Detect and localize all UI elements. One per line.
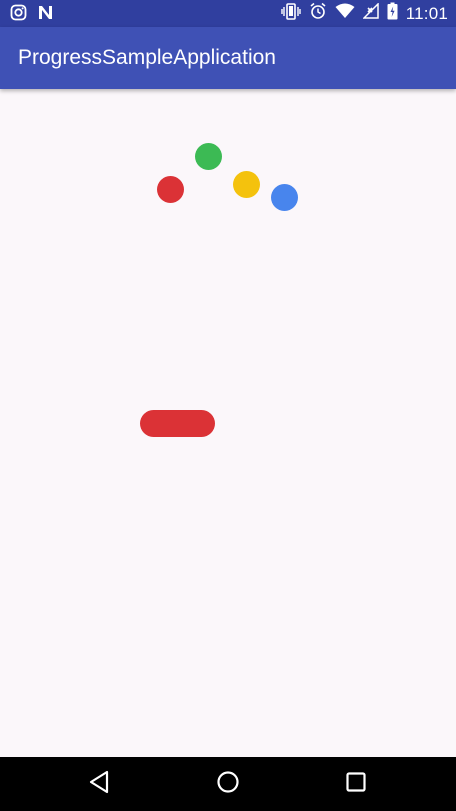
status-bar: 11:01 bbox=[0, 0, 456, 27]
home-button[interactable] bbox=[215, 770, 241, 799]
app-title: ProgressSampleApplication bbox=[18, 46, 276, 69]
progress-dot-yellow bbox=[233, 171, 260, 198]
battery-icon bbox=[387, 2, 398, 25]
progress-bar-pill bbox=[140, 410, 215, 437]
alarm-icon bbox=[309, 2, 327, 25]
home-icon bbox=[216, 770, 240, 799]
progress-dot-green bbox=[195, 143, 222, 170]
progress-dot-red bbox=[157, 176, 184, 203]
status-time: 11:01 bbox=[405, 4, 448, 23]
instagram-icon bbox=[10, 4, 27, 26]
status-right-icons: 11:01 bbox=[281, 2, 448, 25]
status-left-icons bbox=[10, 4, 54, 26]
vibrate-icon bbox=[281, 2, 301, 25]
screen: 11:01 ProgressSampleApplication bbox=[0, 0, 456, 811]
back-button[interactable] bbox=[86, 770, 112, 799]
recents-button[interactable] bbox=[343, 771, 369, 797]
app-bar: ProgressSampleApplication bbox=[0, 27, 456, 89]
back-icon bbox=[88, 770, 110, 799]
no-signal-icon bbox=[361, 2, 379, 24]
recents-icon bbox=[345, 771, 367, 798]
n-notification-icon bbox=[37, 4, 54, 26]
wifi-icon bbox=[335, 3, 355, 24]
progress-dot-blue bbox=[271, 184, 298, 211]
content-area bbox=[0, 89, 456, 757]
navigation-bar bbox=[0, 757, 456, 811]
